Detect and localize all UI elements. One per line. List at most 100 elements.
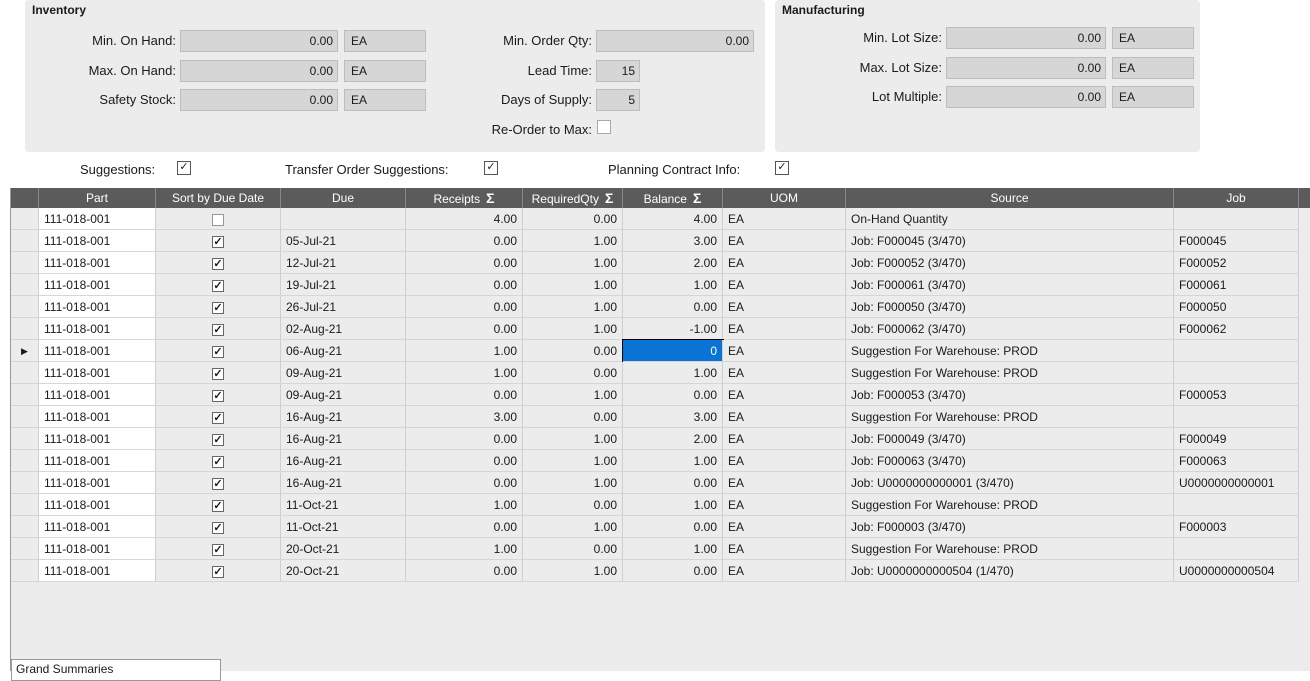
cell-due[interactable]: 20-Oct-21 xyxy=(281,560,406,582)
table-row[interactable]: 111-018-001 ✓ 16-Aug-21 0.00 1.00 1.00 EA Job: … xyxy=(11,450,1310,472)
table-row[interactable]: 111-018-001 ✓ 20-Oct-21 0.00 1.00 0.00 EA Job: … xyxy=(11,560,1310,582)
cell-source[interactable]: Job: F000053 (3/470) xyxy=(846,384,1174,406)
cell-due[interactable]: 16-Aug-21 xyxy=(281,450,406,472)
table-row[interactable]: 111-018-001 4.00 0.00 4.00 EA On-Hand Quantit… xyxy=(11,208,1310,230)
table-row[interactable]: 111-018-001 ✓ 05-Jul-21 0.00 1.00 3.00 EA Job: … xyxy=(11,230,1310,252)
suggestions-checkbox[interactable]: ✓ xyxy=(177,161,191,175)
row-selector[interactable] xyxy=(11,472,39,494)
cell-part[interactable]: 111-018-001 xyxy=(39,406,156,428)
cell-part[interactable]: 111-018-001 xyxy=(39,274,156,296)
cell-receipts[interactable]: 0.00 xyxy=(406,318,523,340)
cell-required-qty[interactable]: 1.00 xyxy=(523,450,623,472)
cell-sort-by-due-date[interactable]: ✓ xyxy=(156,274,281,296)
cell-source[interactable]: Job: F000061 (3/470) xyxy=(846,274,1174,296)
row-selector[interactable] xyxy=(11,560,39,582)
min-on-hand-uom[interactable]: EA xyxy=(344,30,426,52)
cell-balance[interactable]: 1.00 xyxy=(623,538,723,560)
cell-source[interactable]: Job: F000003 (3/470) xyxy=(846,516,1174,538)
cell-source[interactable]: Job: F000050 (3/470) xyxy=(846,296,1174,318)
sort-by-due-date-checkbox[interactable]: ✓ xyxy=(212,367,224,380)
cell-due[interactable]: 06-Aug-21 xyxy=(281,340,406,362)
cell-receipts[interactable]: 0.00 xyxy=(406,274,523,296)
table-row[interactable]: 111-018-001 ✓ 12-Jul-21 0.00 1.00 2.00 EA Job: … xyxy=(11,252,1310,274)
min-lot-size-field[interactable]: 0.00 xyxy=(946,27,1106,49)
cell-required-qty[interactable]: 1.00 xyxy=(523,472,623,494)
transfer-order-suggestions-checkbox[interactable]: ✓ xyxy=(484,161,498,175)
cell-balance[interactable]: 2.00 xyxy=(623,252,723,274)
sort-by-due-date-checkbox[interactable]: ✓ xyxy=(212,543,224,556)
row-selector[interactable] xyxy=(11,230,39,252)
cell-sort-by-due-date[interactable]: ✓ xyxy=(156,406,281,428)
cell-sort-by-due-date[interactable]: ✓ xyxy=(156,450,281,472)
cell-balance[interactable]: 0.00 xyxy=(623,296,723,318)
cell-balance[interactable]: 0.00 xyxy=(623,384,723,406)
sort-by-due-date-checkbox[interactable]: ✓ xyxy=(212,455,224,468)
cell-sort-by-due-date[interactable] xyxy=(156,208,281,230)
header-sort-by-due-date[interactable]: Sort by Due Date xyxy=(156,188,281,208)
min-lot-size-uom[interactable]: EA xyxy=(1112,27,1194,49)
table-row[interactable]: 111-018-001 ✓ 16-Aug-21 0.00 1.00 2.00 EA Job: … xyxy=(11,428,1310,450)
cell-source[interactable]: Job: U0000000000001 (3/470) xyxy=(846,472,1174,494)
cell-part[interactable]: 111-018-001 xyxy=(39,208,156,230)
sort-by-due-date-checkbox[interactable] xyxy=(212,213,224,226)
header-receipts[interactable]: Receipts Σ xyxy=(406,188,523,208)
reorder-to-max-checkbox[interactable] xyxy=(597,120,611,134)
sort-by-due-date-checkbox[interactable]: ✓ xyxy=(212,235,224,248)
cell-balance[interactable]: 1.00 xyxy=(623,494,723,516)
cell-required-qty[interactable]: 0.00 xyxy=(523,538,623,560)
cell-receipts[interactable]: 0.00 xyxy=(406,516,523,538)
cell-job[interactable] xyxy=(1174,208,1299,230)
cell-due[interactable]: 02-Aug-21 xyxy=(281,318,406,340)
table-row[interactable]: 111-018-001 ✓ 19-Jul-21 0.00 1.00 1.00 EA Job: … xyxy=(11,274,1310,296)
cell-due[interactable]: 09-Aug-21 xyxy=(281,384,406,406)
cell-receipts[interactable]: 0.00 xyxy=(406,296,523,318)
cell-job[interactable]: F000063 xyxy=(1174,450,1299,472)
cell-part[interactable]: 111-018-001 xyxy=(39,472,156,494)
max-lot-size-uom[interactable]: EA xyxy=(1112,57,1194,79)
cell-part[interactable]: 111-018-001 xyxy=(39,428,156,450)
cell-required-qty[interactable]: 1.00 xyxy=(523,516,623,538)
table-row[interactable]: 111-018-001 ✓ 02-Aug-21 0.00 1.00 -1.00 EA Job:… xyxy=(11,318,1310,340)
cell-source[interactable]: Job: F000052 (3/470) xyxy=(846,252,1174,274)
table-row[interactable]: 111-018-001 ✓ 16-Aug-21 3.00 0.00 3.00 EA Sugge… xyxy=(11,406,1310,428)
header-due[interactable]: Due xyxy=(281,188,406,208)
max-lot-size-field[interactable]: 0.00 xyxy=(946,57,1106,79)
lot-multiple-uom[interactable]: EA xyxy=(1112,86,1194,108)
cell-job[interactable]: U0000000000504 xyxy=(1174,560,1299,582)
cell-required-qty[interactable]: 1.00 xyxy=(523,560,623,582)
cell-job[interactable] xyxy=(1174,340,1299,362)
cell-due[interactable]: 11-Oct-21 xyxy=(281,516,406,538)
cell-sort-by-due-date[interactable]: ✓ xyxy=(156,538,281,560)
cell-receipts[interactable]: 0.00 xyxy=(406,252,523,274)
cell-part[interactable]: 111-018-001 xyxy=(39,340,156,362)
cell-source[interactable]: Job: F000063 (3/470) xyxy=(846,450,1174,472)
cell-job[interactable]: F000053 xyxy=(1174,384,1299,406)
cell-part[interactable]: 111-018-001 xyxy=(39,318,156,340)
sort-by-due-date-checkbox[interactable]: ✓ xyxy=(212,565,224,578)
cell-job[interactable]: F000050 xyxy=(1174,296,1299,318)
cell-sort-by-due-date[interactable]: ✓ xyxy=(156,252,281,274)
cell-part[interactable]: 111-018-001 xyxy=(39,560,156,582)
cell-job[interactable] xyxy=(1174,538,1299,560)
cell-required-qty[interactable]: 1.00 xyxy=(523,252,623,274)
cell-required-qty[interactable]: 1.00 xyxy=(523,230,623,252)
cell-sort-by-due-date[interactable]: ✓ xyxy=(156,296,281,318)
cell-uom[interactable]: EA xyxy=(723,428,846,450)
cell-source[interactable]: Job: U0000000000504 (1/470) xyxy=(846,560,1174,582)
cell-sort-by-due-date[interactable]: ✓ xyxy=(156,230,281,252)
time-phase-grid[interactable]: Part Sort by Due Date Due Receipts Σ Required… xyxy=(10,188,1310,681)
cell-part[interactable]: 111-018-001 xyxy=(39,538,156,560)
sort-by-due-date-checkbox[interactable]: ✓ xyxy=(212,477,224,490)
cell-receipts[interactable]: 0.00 xyxy=(406,428,523,450)
cell-due[interactable]: 09-Aug-21 xyxy=(281,362,406,384)
cell-source[interactable]: Suggestion For Warehouse: PROD xyxy=(846,406,1174,428)
days-of-supply-field[interactable]: 5 xyxy=(596,89,640,111)
cell-part[interactable]: 111-018-001 xyxy=(39,296,156,318)
row-selector[interactable] xyxy=(11,406,39,428)
cell-job[interactable] xyxy=(1174,362,1299,384)
sort-by-due-date-checkbox[interactable]: ✓ xyxy=(212,389,224,402)
sort-by-due-date-checkbox[interactable]: ✓ xyxy=(212,301,224,314)
row-selector[interactable] xyxy=(11,318,39,340)
sort-by-due-date-checkbox[interactable]: ✓ xyxy=(212,323,224,336)
cell-balance[interactable]: -1.00 xyxy=(623,318,723,340)
